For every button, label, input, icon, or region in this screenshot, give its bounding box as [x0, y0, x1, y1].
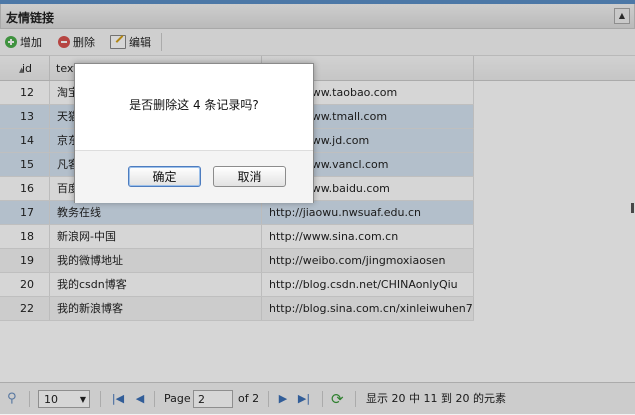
confirm-dialog: 是否删除这 4 条记录吗? 确定 取消: [74, 63, 314, 203]
cancel-button[interactable]: 取消: [213, 166, 286, 187]
dialog-footer: 确定 取消: [75, 150, 313, 203]
dialog-message: 是否删除这 4 条记录吗?: [129, 98, 259, 112]
confirm-button[interactable]: 确定: [128, 166, 201, 187]
